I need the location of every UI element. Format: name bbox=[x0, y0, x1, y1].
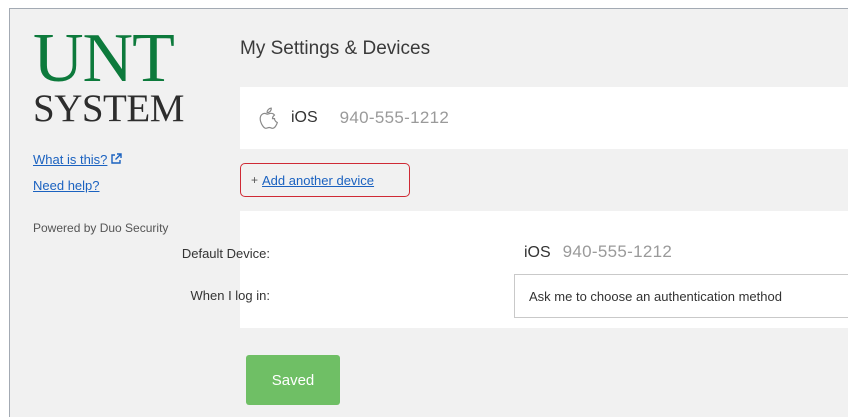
device-os: iOS bbox=[291, 109, 318, 126]
external-link-icon bbox=[111, 153, 123, 164]
default-settings-card: Default Device: iOS 940-555-1212 When I l… bbox=[182, 211, 848, 328]
what-is-this-link[interactable]: What is this? bbox=[33, 152, 123, 167]
default-device-value: iOS 940-555-1212 bbox=[524, 242, 672, 262]
default-device-os: iOS bbox=[524, 244, 551, 261]
apple-icon bbox=[259, 107, 279, 129]
default-device-label: Default Device: bbox=[181, 246, 270, 261]
add-another-device-link[interactable]: + Add another device bbox=[240, 163, 410, 197]
plus-icon: + bbox=[251, 173, 259, 187]
page-title: My Settings & Devices bbox=[240, 38, 431, 59]
main-content: My Settings & Devices iOS 940-555-1212 +… bbox=[182, 9, 848, 417]
sidebar: UNT SYSTEM What is this? Need help? Powe… bbox=[10, 9, 232, 417]
add-another-device-label: Add another device bbox=[262, 172, 375, 188]
device-phone: 940-555-1212 bbox=[339, 108, 450, 127]
logo-system-text: SYSTEM bbox=[33, 87, 184, 130]
saved-button[interactable]: Saved bbox=[246, 355, 340, 405]
powered-by-text: Powered by Duo Security bbox=[33, 221, 169, 235]
logo-unt-text: UNT bbox=[33, 20, 175, 97]
unt-system-logo: UNT SYSTEM bbox=[33, 20, 203, 130]
need-help-link[interactable]: Need help? bbox=[33, 178, 100, 193]
default-device-phone: 940-555-1212 bbox=[562, 242, 673, 261]
settings-panel: UNT SYSTEM What is this? Need help? Powe… bbox=[9, 8, 848, 417]
device-row[interactable]: iOS 940-555-1212 bbox=[240, 87, 848, 149]
what-is-this-label: What is this? bbox=[33, 152, 108, 167]
login-method-select[interactable]: Ask me to choose an authentication metho… bbox=[514, 274, 848, 318]
when-i-log-in-label: When I log in: bbox=[190, 288, 271, 303]
